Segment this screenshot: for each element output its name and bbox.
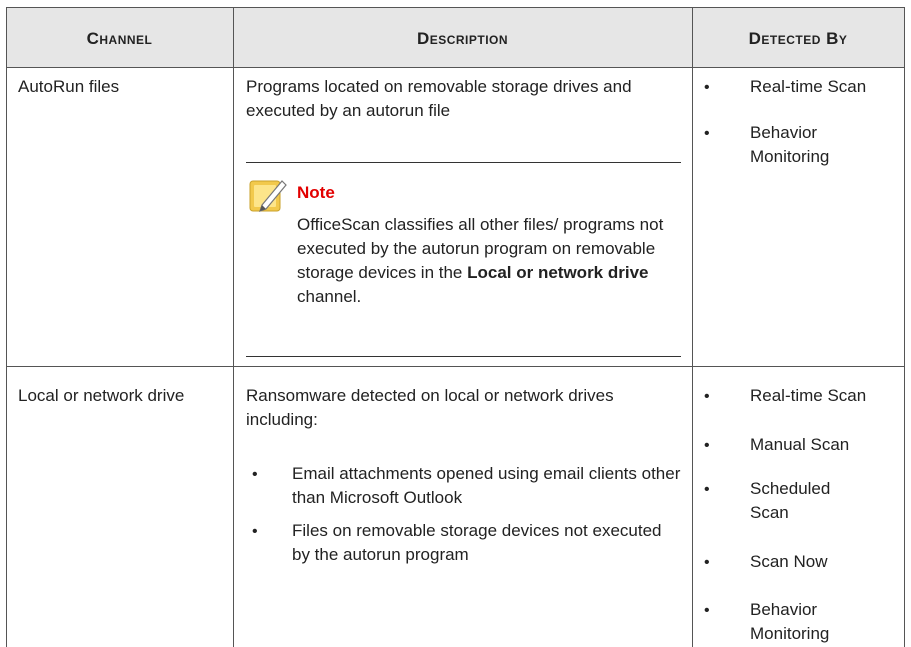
row1-detected-1: Real-time Scan bbox=[750, 77, 867, 96]
row2-channel: Local or network drive bbox=[18, 386, 185, 405]
table-left-border bbox=[6, 7, 7, 647]
bullet: • bbox=[252, 523, 258, 540]
bullet: • bbox=[252, 466, 258, 483]
bullet: • bbox=[704, 437, 710, 454]
bullet: • bbox=[704, 125, 710, 142]
col-divider-1 bbox=[233, 7, 234, 647]
bullet: • bbox=[704, 79, 710, 96]
header-channel: Channel bbox=[86, 29, 153, 48]
row2-description-item-2: Files on removable storage devices not e… bbox=[292, 521, 662, 564]
row2-detected-2: Manual Scan bbox=[750, 435, 850, 454]
header-bottom-border bbox=[6, 67, 905, 68]
row2-detected-5: Behavior Monitoring bbox=[750, 600, 830, 643]
note-bottom-rule bbox=[246, 356, 681, 357]
row2-detected-1: Real-time Scan bbox=[750, 386, 867, 405]
table-right-border bbox=[904, 7, 905, 647]
row1-channel: AutoRun files bbox=[18, 77, 120, 96]
row-divider bbox=[6, 366, 905, 367]
bullet: • bbox=[704, 602, 710, 619]
row2-detected-4: Scan Now bbox=[750, 552, 828, 571]
header-description: Description bbox=[416, 29, 509, 48]
row2-description-item-1: Email attachments opened using email cli… bbox=[292, 464, 681, 507]
row1-detected-2: Behavior Monitoring bbox=[750, 123, 830, 166]
note-title: Note bbox=[297, 183, 335, 202]
bullet: • bbox=[704, 388, 710, 405]
table-top-border bbox=[6, 7, 905, 8]
note-top-rule bbox=[246, 162, 681, 163]
channel-table: Channel Description Detected By AutoRun … bbox=[6, 7, 905, 647]
row2-description: Ransomware detected on local or network … bbox=[246, 386, 614, 429]
bullet: • bbox=[704, 481, 710, 498]
row1-description: Programs located on removable storage dr… bbox=[246, 77, 632, 120]
row2-detected-3: Scheduled Scan bbox=[750, 479, 831, 522]
note-text: OfficeScan classifies all other files/ p… bbox=[297, 215, 664, 306]
note-pad-pencil-icon bbox=[248, 175, 288, 215]
bullet: • bbox=[704, 554, 710, 571]
col-divider-2 bbox=[692, 7, 693, 647]
header-detected-by: Detected By bbox=[748, 29, 848, 48]
